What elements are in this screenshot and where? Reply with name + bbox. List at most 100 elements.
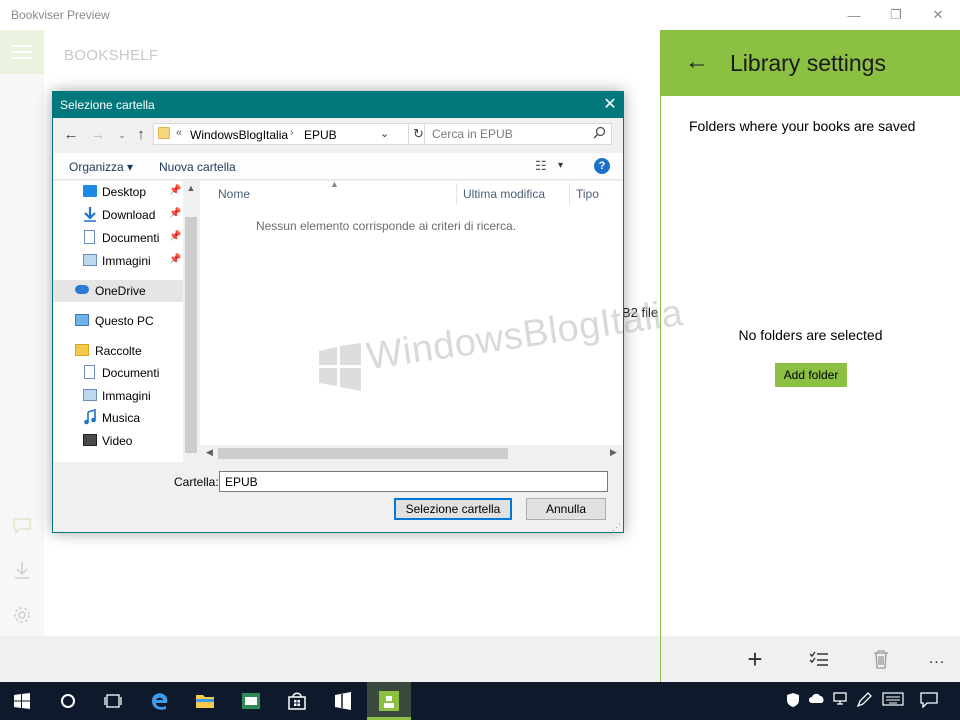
breadcrumb-epub[interactable]: EPUB: [304, 128, 337, 142]
up-folder-icon[interactable]: ↑: [133, 126, 149, 143]
app-title-bar: Bookviser Preview — ❐ ✕: [0, 0, 960, 30]
nav-item-onedrive[interactable]: OneDrive: [53, 280, 183, 302]
scroll-left-icon[interactable]: ◀: [206, 447, 213, 458]
folders-label: Folders where your books are saved: [689, 118, 916, 134]
column-divider[interactable]: [569, 183, 570, 205]
section-title: BOOKSHELF: [64, 47, 159, 64]
nav-item-video[interactable]: Video: [53, 430, 183, 452]
chevron-down-icon[interactable]: ⌄: [380, 127, 389, 140]
maximize-button[interactable]: ❐: [876, 4, 916, 26]
bookviser-icon[interactable]: [377, 689, 401, 713]
column-header-modified[interactable]: Ultima modifica: [463, 187, 545, 201]
new-folder-button[interactable]: Nuova cartella: [159, 160, 236, 174]
column-divider[interactable]: [456, 183, 457, 205]
column-header-name[interactable]: Nome: [218, 187, 250, 201]
search-cortana-icon[interactable]: [56, 689, 80, 713]
action-center-icon[interactable]: [920, 692, 938, 711]
organize-button[interactable]: Organizza ▾: [69, 160, 133, 174]
select-folder-button[interactable]: Selezione cartella: [394, 498, 512, 520]
store-icon[interactable]: [285, 689, 309, 713]
computer-icon: [75, 314, 89, 326]
flipboard-icon[interactable]: [331, 689, 355, 713]
cancel-button[interactable]: Annulla: [526, 498, 606, 520]
nav-item-label: Immagini: [102, 389, 151, 403]
nav-item-pictures[interactable]: Immagini: [53, 385, 183, 407]
library-settings-header: ← Library settings: [661, 30, 960, 96]
library-settings-pane: ← Library settings Folders where your bo…: [660, 30, 960, 682]
dialog-title-bar: Selezione cartella ✕: [53, 92, 623, 118]
breadcrumb-separator[interactable]: ›: [290, 127, 294, 139]
nav-item-label: Documenti: [102, 366, 160, 380]
network-icon[interactable]: [832, 692, 848, 709]
edge-browser-icon[interactable]: [148, 689, 172, 713]
minimize-button[interactable]: —: [834, 4, 874, 26]
add-folder-button[interactable]: Add folder: [775, 363, 847, 387]
chat-icon[interactable]: [10, 514, 34, 538]
select-list-icon[interactable]: [807, 648, 831, 670]
start-windows-icon[interactable]: [10, 689, 34, 713]
add-icon[interactable]: +: [743, 644, 767, 674]
empty-results-message: Nessun elemento corrisponde ai criteri d…: [255, 219, 517, 233]
video-icon: [83, 434, 97, 446]
column-header-type[interactable]: Tipo: [576, 187, 599, 201]
folder-name-input[interactable]: [219, 471, 608, 492]
onedrive-icon: [75, 285, 89, 294]
defender-shield-icon[interactable]: [786, 692, 800, 711]
nav-item-download[interactable]: Download 📌: [53, 204, 183, 226]
address-overflow[interactable]: «: [176, 127, 182, 139]
sort-ascending-icon: ▲: [330, 179, 339, 189]
nav-item-libraries[interactable]: Raccolte: [53, 340, 183, 362]
nav-item-pictures[interactable]: Immagini 📌: [53, 250, 183, 272]
folder-label: Cartella:: [174, 475, 219, 489]
search-input[interactable]: [424, 123, 612, 145]
dialog-toolbar: Organizza ▾ Nuova cartella ☷ ▾ ?: [53, 152, 623, 180]
nav-item-documents[interactable]: Documenti: [53, 362, 183, 384]
pin-icon: 📌: [169, 185, 182, 196]
scroll-up-icon[interactable]: ▲: [183, 183, 199, 193]
task-view-icon[interactable]: [101, 689, 125, 713]
resize-grip-icon[interactable]: ⋰: [612, 522, 621, 533]
forward-icon[interactable]: →: [90, 126, 106, 143]
dialog-close-icon[interactable]: ✕: [601, 96, 619, 114]
download-icon: [83, 206, 97, 222]
download-icon[interactable]: [10, 558, 34, 582]
address-bar[interactable]: « WindowsBlogItalia › EPUB ⌄: [153, 123, 409, 145]
app-icon[interactable]: [239, 689, 263, 713]
documents-icon: [84, 365, 95, 379]
nav-item-label: Immagini: [102, 254, 151, 268]
recent-locations-icon[interactable]: ⌄: [114, 130, 130, 141]
onedrive-cloud-icon[interactable]: [808, 692, 826, 707]
view-options-icon[interactable]: ☷: [535, 158, 547, 174]
chevron-down-icon[interactable]: ▾: [558, 160, 563, 171]
keyboard-icon[interactable]: [882, 692, 904, 709]
hamburger-icon: [12, 45, 32, 47]
pin-icon: 📌: [169, 231, 182, 242]
horizontal-scroll-thumb[interactable]: [218, 448, 508, 459]
horizontal-scrollbar[interactable]: ◀ ▶: [200, 445, 623, 462]
back-icon[interactable]: ←: [63, 126, 79, 143]
back-arrow-icon[interactable]: ←: [685, 48, 709, 76]
dialog-title: Selezione cartella: [60, 98, 155, 112]
nav-item-this-pc[interactable]: Questo PC: [53, 310, 183, 332]
hamburger-menu-button[interactable]: [0, 30, 44, 74]
pen-icon[interactable]: [856, 692, 872, 711]
settings-icon[interactable]: [10, 603, 34, 627]
hamburger-icon-line: [12, 57, 32, 59]
file-explorer-icon[interactable]: [193, 689, 217, 713]
delete-icon[interactable]: [869, 648, 893, 670]
nav-scroll-thumb[interactable]: [185, 217, 197, 453]
nav-item-music[interactable]: Musica: [53, 407, 183, 429]
app-nav-rail: [0, 30, 44, 636]
folder-icon: [158, 127, 170, 139]
libraries-icon: [75, 344, 89, 356]
breadcrumb-windowsblogitalia[interactable]: WindowsBlogItalia: [190, 128, 288, 142]
more-options-icon[interactable]: ...: [925, 648, 949, 670]
app-command-bar: [0, 636, 660, 682]
close-button[interactable]: ✕: [918, 4, 958, 26]
nav-item-label: Desktop: [102, 185, 147, 199]
nav-item-documents[interactable]: Documenti 📌: [53, 227, 183, 249]
scroll-right-icon[interactable]: ▶: [610, 447, 617, 458]
help-icon[interactable]: ?: [594, 158, 610, 174]
nav-item-desktop[interactable]: Desktop 📌: [53, 181, 183, 203]
nav-scrollbar[interactable]: ▲: [183, 181, 199, 462]
